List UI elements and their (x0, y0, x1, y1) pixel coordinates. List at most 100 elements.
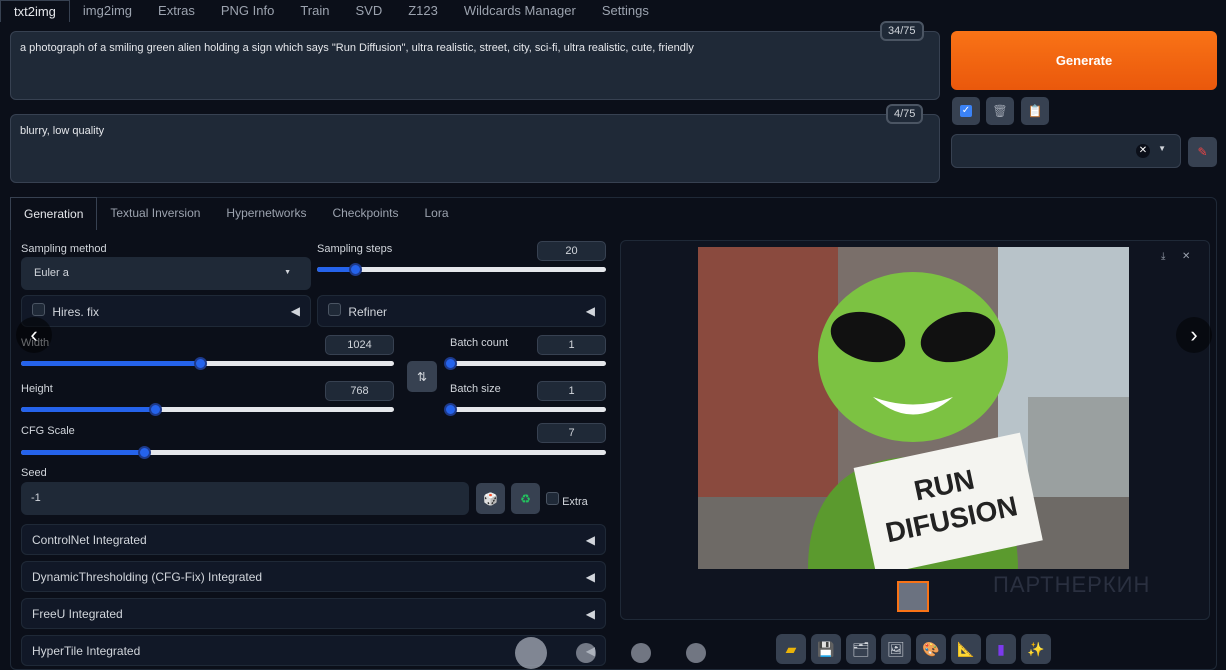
collapse-arrow-icon: ◀ (586, 304, 595, 318)
send-to-img2img-button[interactable]: 🖼 (881, 634, 911, 664)
accordion-label: FreeU Integrated (32, 607, 123, 621)
sampling-steps-value[interactable]: 20 (537, 241, 606, 261)
batch-size-slider[interactable] (450, 407, 606, 412)
collapse-arrow-icon: ◀ (586, 533, 595, 547)
generated-image[interactable]: RUN DIFUSION (698, 247, 1129, 569)
tab-png-info[interactable]: PNG Info (208, 0, 287, 22)
sampling-steps-slider[interactable] (317, 267, 606, 272)
tab-wildcards-manager[interactable]: Wildcards Manager (451, 0, 589, 22)
accordion-label: HyperTile Integrated (32, 644, 140, 658)
checkbox-icon: ✓ (960, 105, 972, 117)
tab-hypernetworks[interactable]: Hypernetworks (213, 197, 319, 230)
save-icon: 💾 (817, 641, 834, 658)
batch-size-label: Batch size (450, 383, 501, 395)
tab-svd[interactable]: SVD (342, 0, 395, 22)
sampling-method-value: Euler a (34, 267, 69, 279)
controlnet-accordion[interactable]: ControlNet Integrated ◀ (21, 524, 606, 555)
sampling-steps-label: Sampling steps (317, 243, 392, 255)
film-icon: ▮ (997, 641, 1005, 658)
batch-count-slider[interactable] (450, 361, 606, 366)
swap-dimensions-button[interactable]: ⇅ (407, 361, 437, 392)
height-value[interactable]: 768 (325, 381, 394, 401)
dynamic-thresholding-accordion[interactable]: DynamicThresholding (CFG-Fix) Integrated… (21, 561, 606, 592)
extra-seed-toggle[interactable]: Extra (546, 492, 588, 508)
clipboard-button[interactable]: 📋 (1021, 97, 1049, 125)
batch-count-value[interactable]: 1 (537, 335, 606, 355)
negative-prompt-input[interactable]: blurry, low quality (10, 114, 940, 183)
main-tabs: txt2img img2img Extras PNG Info Train SV… (0, 0, 662, 22)
cfg-scale-value[interactable]: 7 (537, 423, 606, 443)
accordion-label: DynamicThresholding (CFG-Fix) Integrated (32, 570, 262, 584)
tab-textual-inversion[interactable]: Textual Inversion (97, 197, 213, 230)
overlay-dot-icon (686, 643, 706, 663)
save-button[interactable]: 💾 (811, 634, 841, 664)
next-arrow-icon[interactable]: › (1176, 317, 1212, 353)
brush-icon: ✎ (1197, 145, 1207, 159)
seed-label: Seed (21, 467, 47, 479)
batch-count-label: Batch count (450, 337, 508, 349)
tab-extras[interactable]: Extras (145, 0, 208, 22)
overlay-dot-icon (515, 637, 547, 669)
folder-icon: ▰ (786, 641, 797, 658)
cfg-scale-label: CFG Scale (21, 425, 75, 437)
seed-input[interactable]: -1 (21, 482, 469, 515)
hires-fix-checkbox[interactable] (32, 303, 45, 316)
width-slider[interactable] (21, 361, 394, 366)
cfg-scale-slider[interactable] (21, 450, 606, 455)
zip-button[interactable]: 🗂 (846, 634, 876, 664)
tab-train[interactable]: Train (287, 0, 342, 22)
height-slider[interactable] (21, 407, 394, 412)
tab-lora[interactable]: Lora (412, 197, 462, 230)
image-icon: 🖼 (887, 641, 905, 658)
open-folder-button[interactable]: ▰ (776, 634, 806, 664)
recycle-icon: ♻ (520, 492, 531, 506)
collapse-arrow-icon: ◀ (586, 570, 595, 584)
overlay-dot-icon (576, 643, 596, 663)
prompt-input[interactable]: a photograph of a smiling green alien ho… (10, 31, 940, 100)
tab-txt2img[interactable]: txt2img (0, 0, 70, 22)
hires-fix-accordion[interactable]: Hires. fix◀ (21, 295, 311, 327)
send-to-extras-button[interactable]: 📐 (951, 634, 981, 664)
svd-button[interactable]: ▮ (986, 634, 1016, 664)
prev-arrow-icon[interactable]: ‹ (16, 317, 52, 353)
chevron-down-icon: ▼ (284, 269, 291, 276)
generate-button[interactable]: Generate (951, 31, 1217, 90)
clear-icon[interactable]: ✕ (1136, 144, 1150, 158)
batch-size-value[interactable]: 1 (537, 381, 606, 401)
extra-checkbox[interactable] (546, 492, 559, 505)
refiner-checkbox[interactable] (328, 303, 341, 316)
overlay-dot-icon (631, 643, 651, 663)
extra-label: Extra (562, 496, 588, 508)
prompt-token-counter: 34/75 (880, 21, 924, 41)
download-icon[interactable]: ⤓ (1161, 251, 1165, 262)
tab-img2img[interactable]: img2img (70, 0, 145, 22)
thumbnail[interactable] (897, 581, 929, 612)
collapse-arrow-icon: ◀ (291, 304, 300, 318)
reuse-seed-button[interactable]: ♻ (511, 483, 540, 514)
negative-token-counter: 4/75 (886, 104, 923, 124)
collapse-arrow-icon: ◀ (586, 607, 595, 621)
tab-checkpoints[interactable]: Checkpoints (319, 197, 411, 230)
freeu-accordion[interactable]: FreeU Integrated ◀ (21, 598, 606, 629)
width-value[interactable]: 1024 (325, 335, 394, 355)
accordion-label: ControlNet Integrated (32, 533, 147, 547)
watermark: ПАРТНЕРКИН (993, 572, 1150, 598)
sampling-method-select[interactable]: Euler a ▼ (21, 257, 311, 290)
trash-button[interactable]: 🗑 (986, 97, 1014, 125)
sparkles-icon: ✨ (1027, 641, 1044, 658)
clipboard-icon: 📋 (1028, 104, 1043, 118)
sparkle-button[interactable]: ✨ (1021, 634, 1051, 664)
styles-dropdown[interactable]: ✕ ▼ (951, 134, 1181, 168)
random-seed-button[interactable]: 🎲 (476, 483, 505, 514)
style-apply-button[interactable]: ✓ (952, 97, 980, 125)
close-icon[interactable]: ✕ (1182, 251, 1190, 262)
sampling-method-label: Sampling method (21, 243, 107, 255)
send-to-inpaint-button[interactable]: 🎨 (916, 634, 946, 664)
dice-icon: 🎲 (483, 492, 498, 506)
tab-z123[interactable]: Z123 (395, 0, 451, 22)
sub-tabs: Generation Textual Inversion Hypernetwor… (10, 197, 462, 230)
edit-styles-button[interactable]: ✎ (1188, 137, 1217, 167)
tab-settings[interactable]: Settings (589, 0, 662, 22)
tab-generation[interactable]: Generation (10, 197, 97, 230)
refiner-accordion[interactable]: Refiner◀ (317, 295, 606, 327)
